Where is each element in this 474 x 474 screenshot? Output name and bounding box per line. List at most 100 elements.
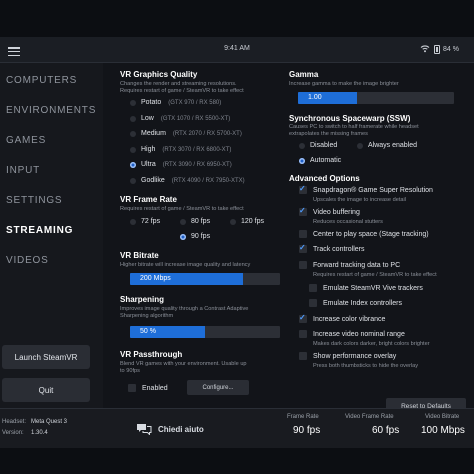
checkbox[interactable] — [299, 261, 307, 269]
clock: 9:41 AM — [224, 45, 250, 52]
option-label: 72 fps — [141, 218, 161, 225]
checkbox[interactable] — [299, 352, 307, 360]
frame-rate-option-120[interactable]: 120 fps — [230, 218, 264, 225]
checkbox-label: Increase video nominal range — [313, 330, 405, 338]
checkbox[interactable] — [309, 299, 317, 307]
sharpening-value: 50 % — [140, 328, 156, 335]
graphics-quality-title: VR Graphics Quality — [120, 70, 198, 79]
track-controllers-checkbox[interactable]: Track controllers — [299, 243, 365, 253]
frame-rate-stat-label: Frame Rate — [287, 414, 319, 420]
checkbox-label: Emulate Index controllers — [323, 299, 402, 307]
performance-overlay-checkbox[interactable]: Show performance overlay — [299, 352, 396, 360]
checkbox-label: Increase color vibrance — [313, 315, 386, 323]
snapdragon-gsr-checkbox[interactable]: Snapdragon® Game Super Resolution — [299, 184, 433, 194]
radio-button-selected[interactable] — [130, 161, 136, 168]
graphics-option-medium[interactable]: Medium (RTX 2070 / RX 5700-XT) — [130, 130, 242, 137]
frame-rate-option-90[interactable]: 90 fps — [180, 233, 210, 240]
sharpening-desc: Improves image quality through a Contras… — [120, 306, 249, 312]
radio-button[interactable] — [299, 142, 305, 149]
gamma-desc: Increase gamma to make the image brighte… — [289, 81, 399, 87]
help-button[interactable]: Chiedi aiuto — [136, 423, 204, 435]
video-frame-rate-stat-value: 60 fps — [372, 425, 400, 436]
checkbox[interactable] — [299, 330, 307, 338]
quit-button[interactable]: Quit — [2, 378, 90, 402]
frame-rate-option-80[interactable]: 80 fps — [180, 218, 210, 225]
performance-overlay-desc: Press both thumbsticks to hide the overl… — [313, 363, 419, 369]
option-label: Ultra — [141, 161, 156, 168]
frame-rate-option-72[interactable]: 72 fps — [130, 218, 160, 225]
radio-button[interactable] — [357, 142, 363, 149]
graphics-option-potato[interactable]: Potato (GTX 970 / RX 580) — [130, 99, 221, 106]
video-bitrate-stat-label: Video Bitrate — [425, 414, 460, 420]
center-play-space-checkbox[interactable]: Center to play space (Stage tracking) — [299, 230, 429, 238]
ssw-option-automatic[interactable]: Automatic — [299, 157, 341, 164]
bitrate-slider[interactable]: 200 Mbps — [130, 273, 280, 285]
sharpening-slider[interactable]: 50 % — [130, 326, 280, 338]
video-bitrate-stat-value: 100 Mbps — [421, 425, 465, 436]
option-hint: (GTX 1070 / RX 5500-XT) — [160, 115, 231, 122]
radio-button[interactable] — [130, 130, 136, 137]
checkbox-checked[interactable] — [299, 243, 307, 253]
graphics-option-high[interactable]: High (RTX 3070 / RX 6800-XT) — [130, 146, 231, 153]
option-label: Godlike — [141, 177, 165, 184]
video-buffering-checkbox[interactable]: Video buffering — [299, 206, 360, 216]
color-vibrance-checkbox[interactable]: Increase color vibrance — [299, 313, 386, 323]
checkbox[interactable] — [299, 230, 307, 238]
option-label: Disabled — [310, 142, 338, 149]
checkbox-label: Emulate SteamVR Vive trackers — [323, 284, 423, 292]
option-hint: (RTX 4090 / RX 7950-XTX) — [171, 177, 245, 184]
option-hint: (RTX 3070 / RX 6800-XT) — [162, 146, 232, 153]
sidebar-item-input[interactable]: INPUT — [6, 165, 40, 176]
radio-button[interactable] — [130, 146, 136, 153]
radio-button[interactable] — [130, 99, 136, 106]
graphics-option-godlike[interactable]: Godlike (RTX 4090 / RX 7950-XTX) — [130, 177, 245, 184]
checkbox-label: Track controllers — [313, 245, 365, 253]
sidebar-item-videos[interactable]: VIDEOS — [6, 255, 49, 266]
sidebar-item-environments[interactable]: ENVIRONMENTS — [6, 105, 96, 116]
radio-button[interactable] — [130, 115, 136, 122]
ssw-desc: Causes PC to switch to half framerate wh… — [289, 124, 419, 130]
checkbox-checked[interactable] — [299, 313, 307, 323]
frame-rate-stat-value: 90 fps — [293, 425, 321, 436]
sidebar-item-settings[interactable]: SETTINGS — [6, 195, 62, 206]
radio-button-selected[interactable] — [180, 233, 186, 240]
radio-button[interactable] — [230, 218, 236, 225]
video-frame-rate-stat-label: Video Frame Rate — [345, 414, 394, 420]
ssw-option-always-enabled[interactable]: Always enabled — [357, 142, 417, 149]
gamma-slider[interactable]: 1.00 — [298, 92, 454, 104]
option-label: Always enabled — [368, 142, 418, 149]
checkbox-checked[interactable] — [299, 184, 307, 194]
help-label: Chiedi aiuto — [158, 424, 204, 434]
graphics-option-ultra[interactable]: Ultra (RTX 3090 / RX 6950-XT) — [130, 161, 232, 168]
radio-button[interactable] — [180, 218, 186, 225]
passthrough-enabled-checkbox[interactable]: Enabled — [128, 384, 168, 392]
launch-steamvr-button[interactable]: Launch SteamVR — [2, 345, 90, 369]
checkbox[interactable] — [309, 284, 317, 292]
passthrough-desc: Blend VR games with your environment. Us… — [120, 361, 247, 367]
sidebar-item-computers[interactable]: COMPUTERS — [6, 75, 77, 86]
radio-button[interactable] — [130, 177, 136, 184]
graphics-quality-desc: Changes the render and streaming resolut… — [120, 81, 237, 87]
forward-tracking-checkbox[interactable]: Forward tracking data to PC — [299, 261, 400, 269]
ssw-title: Synchronous Spacewarp (SSW) — [289, 114, 411, 123]
graphics-option-low[interactable]: Low (GTX 1070 / RX 5500-XT) — [130, 115, 230, 122]
emulate-vive-trackers-checkbox[interactable]: Emulate SteamVR Vive trackers — [309, 284, 423, 292]
checkbox-checked[interactable] — [299, 206, 307, 216]
nominal-range-desc: Makes dark colors darker, bright colors … — [313, 341, 430, 347]
nominal-range-checkbox[interactable]: Increase video nominal range — [299, 330, 405, 338]
emulate-index-controllers-checkbox[interactable]: Emulate Index controllers — [309, 299, 402, 307]
battery-indicator: 84 % — [434, 45, 459, 54]
radio-button[interactable] — [130, 218, 136, 225]
sidebar-item-games[interactable]: GAMES — [6, 135, 46, 146]
checkbox-label: Video buffering — [313, 208, 360, 216]
version-value: 1.30.4 — [31, 430, 48, 436]
ssw-option-disabled[interactable]: Disabled — [299, 142, 337, 149]
radio-button-selected[interactable] — [299, 157, 305, 164]
checkbox[interactable] — [128, 384, 136, 392]
headset-value: Meta Quest 3 — [31, 419, 68, 425]
sidebar-item-streaming[interactable]: STREAMING — [6, 225, 73, 236]
configure-button[interactable]: Configure... — [187, 380, 249, 395]
frame-rate-title: VR Frame Rate — [120, 195, 177, 204]
status-bar: 9:41 AM 84 % — [0, 37, 474, 63]
video-buffering-desc: Reduces occasional stutters — [313, 219, 383, 225]
